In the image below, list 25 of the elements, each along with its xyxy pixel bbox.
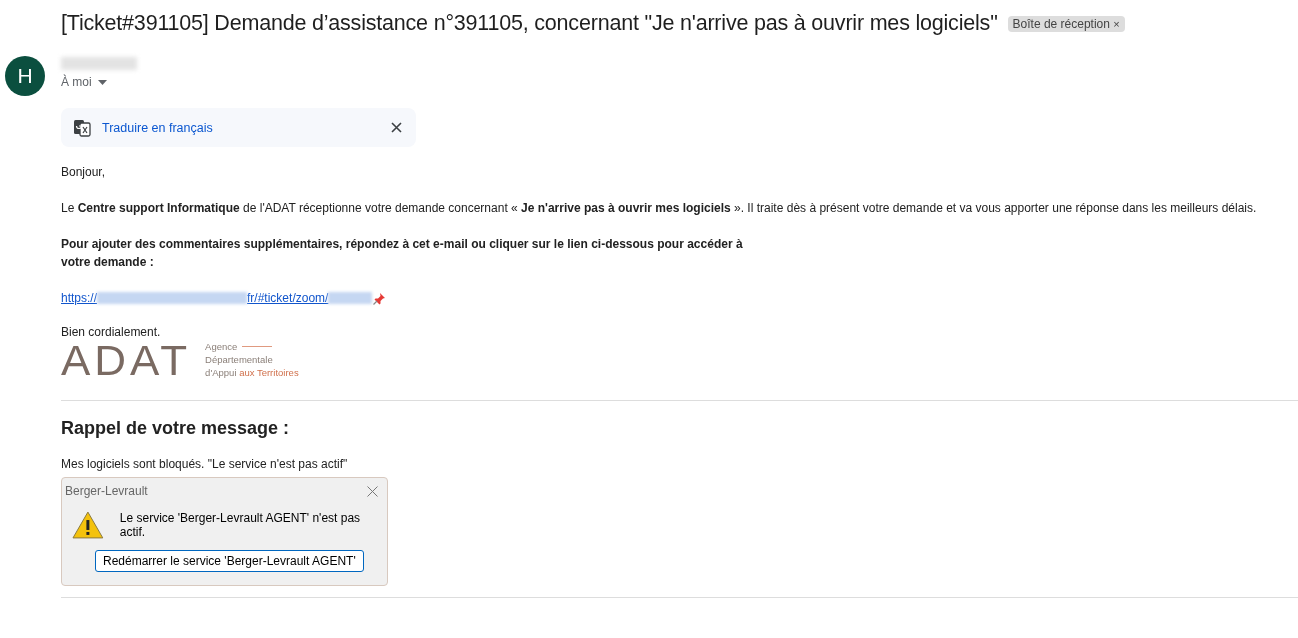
logo-wordmark: ADAT <box>61 342 192 380</box>
logo-tagline: Agence <box>205 340 238 353</box>
logo-tagline: Départementale <box>205 353 273 366</box>
ticket-link[interactable]: https:// fr/#ticket/zoom/ <box>61 289 373 307</box>
sender-avatar: H <box>5 56 45 96</box>
dialog-message: Le service 'Berger-Levrault AGENT' n'est pas actif. <box>119 511 362 539</box>
restart-service-button[interactable]: Redémarrer le service 'Berger-Levrault AGENT' <box>95 550 364 572</box>
greeting-text: Bonjour, <box>61 164 107 181</box>
section-heading: Rappel de votre message : <box>61 418 291 439</box>
logo-tagline: d'Appui aux Territoires <box>205 366 299 379</box>
caret-icon[interactable] <box>97 79 107 85</box>
inbox-label: Boîte de réception × <box>1007 15 1125 32</box>
closing-text: Bien cordialement. <box>61 324 162 341</box>
translate-icon[interactable] <box>73 118 91 137</box>
warning-icon <box>72 511 104 539</box>
recipient-label: À moi <box>61 75 92 89</box>
pushpin-icon <box>373 291 387 305</box>
close-icon[interactable] <box>391 122 402 133</box>
dialog-title: Berger-Levrault <box>65 484 148 498</box>
body-paragraph: Le Centre support Informatique de l'ADAT réceptionne votre demande concernant « Je n'arrive pas à ouvrir mes logiciels ». Il traite dès à présent votre demande et va vous apporter une réponse dans les meilleurs délais. <box>61 200 1258 217</box>
email-subject: [Ticket#391105] Demande d’assistance n°391105, concernant "Je n'arrive pas à ouvrir mes logiciels" <box>61 11 998 36</box>
instruction-paragraph: Pour ajouter des commentaires supplémentaires, répondez à cet e-mail ou cliquer sur le lien ci-dessous pour accéder à votre demande : <box>61 236 744 271</box>
close-icon <box>367 485 378 497</box>
message-text: Mes logiciels sont bloqués. "Le service n'est pas actif" <box>61 456 349 473</box>
translate-link[interactable]: Traduire en français <box>102 120 380 135</box>
